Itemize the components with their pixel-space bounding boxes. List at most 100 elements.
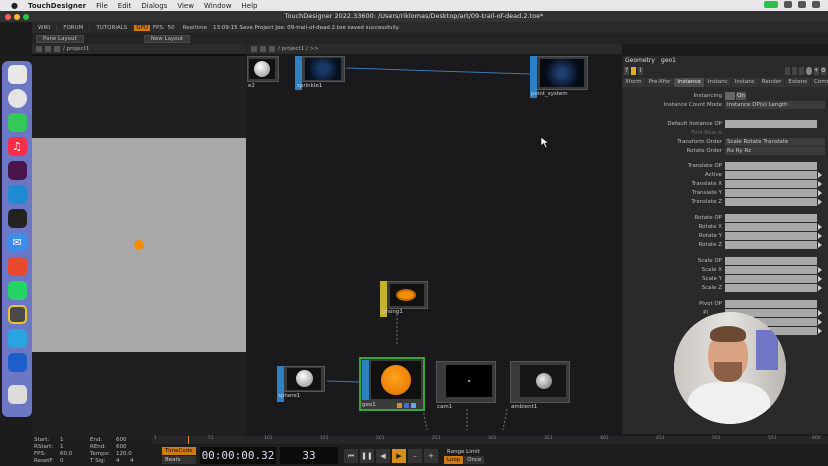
chevron-right-icon[interactable] [818,181,822,187]
menu-file[interactable]: File [96,2,108,10]
scale-x-field[interactable] [725,266,817,274]
network-editor[interactable]: / project1 / >> e2 sprinkle1 point_syste… [247,44,622,436]
active-field[interactable] [725,171,817,179]
scale-op-field[interactable] [725,257,817,265]
mail-icon[interactable]: ✉ [7,233,27,252]
info-icon[interactable]: i [638,67,644,75]
render-viewer[interactable] [32,56,246,436]
help-icon[interactable]: ? [624,67,630,75]
end-value[interactable]: 600 [116,437,127,443]
rend-value[interactable]: 600 [116,444,127,450]
touchdesigner-icon[interactable] [7,305,27,324]
play-icon[interactable]: ▶ [392,448,406,463]
chevron-right-icon[interactable] [818,285,822,291]
pane-layout-button[interactable]: Pane Layout [36,34,84,43]
point-system-node[interactable]: point_system [530,56,588,98]
geo1-node[interactable]: geo1 [359,357,425,411]
chevron-right-icon[interactable] [818,319,822,325]
menu-help[interactable]: Help [242,2,258,10]
chevron-right-icon[interactable] [818,233,822,239]
tab-xform[interactable]: Xform [622,78,645,87]
instancing-toggle[interactable] [725,92,735,100]
translate-z-field[interactable] [725,198,817,206]
menu-window[interactable]: Window [204,2,232,10]
tempo-value[interactable]: 120.0 [116,451,132,457]
rstart-value[interactable]: 1 [60,444,64,450]
pause-icon[interactable]: ❚❚ [360,448,374,463]
new-layout-button[interactable]: New Layout [143,34,191,43]
rotate-x-field[interactable] [725,223,817,231]
op-name[interactable]: geo1 [661,57,676,64]
tab-instance-2[interactable]: Instanc [704,78,731,87]
chevron-right-icon[interactable] [818,190,822,196]
tab-instance-3[interactable]: Instanc [731,78,758,87]
rotate-z-field[interactable] [725,241,817,249]
minimize-window-icon[interactable] [14,14,20,20]
frame-display[interactable]: 33 [280,447,338,464]
add-icon[interactable]: + [424,448,438,463]
translate-x-field[interactable] [725,180,817,188]
frame-ruler[interactable]: 1 51 101 151 201 251 301 351 401 451 501… [152,436,828,444]
tab-render[interactable]: Render [758,78,785,87]
fps-value[interactable]: 60.0 [60,451,72,457]
expression-icon[interactable] [792,67,798,75]
tab-extensions[interactable]: Extens [785,78,811,87]
music-icon[interactable]: ♫ [7,137,27,156]
telegram-icon[interactable] [7,329,27,348]
count-mode-menu[interactable]: Instance OP(s) Length [725,101,825,109]
edit-icon[interactable] [785,67,791,75]
timecode-toggle[interactable]: TimeCode [162,447,196,455]
tab-pre-xform[interactable]: Pre-Xfor [645,78,674,87]
sphere2-node[interactable]: e2 [247,56,279,90]
once-toggle[interactable]: Once [464,455,485,464]
translate-y-field[interactable] [725,189,817,197]
ambient1-node[interactable]: ambient1 [510,361,572,411]
chevron-right-icon[interactable] [818,172,822,178]
rotate-y-field[interactable] [725,232,817,240]
trash-icon[interactable] [7,385,27,404]
tab-instance[interactable]: Instance [674,78,704,87]
chevron-right-icon[interactable] [818,242,822,248]
vscode-icon[interactable] [7,185,27,204]
chevron-right-icon[interactable] [818,267,822,273]
timecode-display[interactable]: 00:00:00.32 [200,447,276,464]
menu-view[interactable]: View [177,2,194,10]
viewer-path[interactable]: / project1 [63,46,89,52]
forward-icon[interactable] [45,46,51,52]
chrome-icon[interactable] [7,89,27,108]
loop-toggle[interactable]: Loop [444,455,464,464]
sphere1-node[interactable]: sphere1 [277,366,327,402]
chevron-right-icon[interactable] [818,328,822,334]
tsig-a-value[interactable]: 4 [116,458,120,464]
reset-icon[interactable] [799,67,805,75]
step-back-icon[interactable]: ◀ [376,448,390,463]
resetf-value[interactable]: 0 [60,458,64,464]
home-icon[interactable] [54,46,60,52]
tab-common[interactable]: Commo [811,78,828,87]
chevron-right-icon[interactable] [818,224,822,230]
flag-icon[interactable] [411,403,416,408]
gear-icon[interactable]: ⚙ [820,67,827,75]
apple-icon[interactable]: ● [11,1,18,10]
messages-icon[interactable] [7,113,27,132]
phong1-node[interactable]: phong1 [380,281,430,317]
figma-icon[interactable] [7,209,27,228]
default-instance-op-field[interactable] [725,120,817,128]
rotate-op-field[interactable] [725,214,817,222]
cam1-node[interactable]: cam1 [436,361,498,411]
slack-icon[interactable] [7,161,27,180]
beats-toggle[interactable]: Beats [162,456,196,464]
whatsapp-icon[interactable] [7,281,27,300]
scale-y-field[interactable] [725,275,817,283]
realtime-toggle[interactable]: Realtime [183,25,207,31]
rewind-icon[interactable]: ⏮ [344,448,358,463]
playhead[interactable] [188,436,189,444]
chevron-right-icon[interactable] [818,276,822,282]
translate-op-field[interactable] [725,162,817,170]
forum-link[interactable]: FORUM [57,24,91,31]
back-icon[interactable] [36,46,42,52]
wiki-link[interactable]: WIKI [32,24,58,31]
transform-order-menu[interactable]: Scale Rotate Translate [725,138,825,146]
app-menu-name[interactable]: TouchDesigner [28,2,86,10]
scale-z-field[interactable] [725,284,817,292]
